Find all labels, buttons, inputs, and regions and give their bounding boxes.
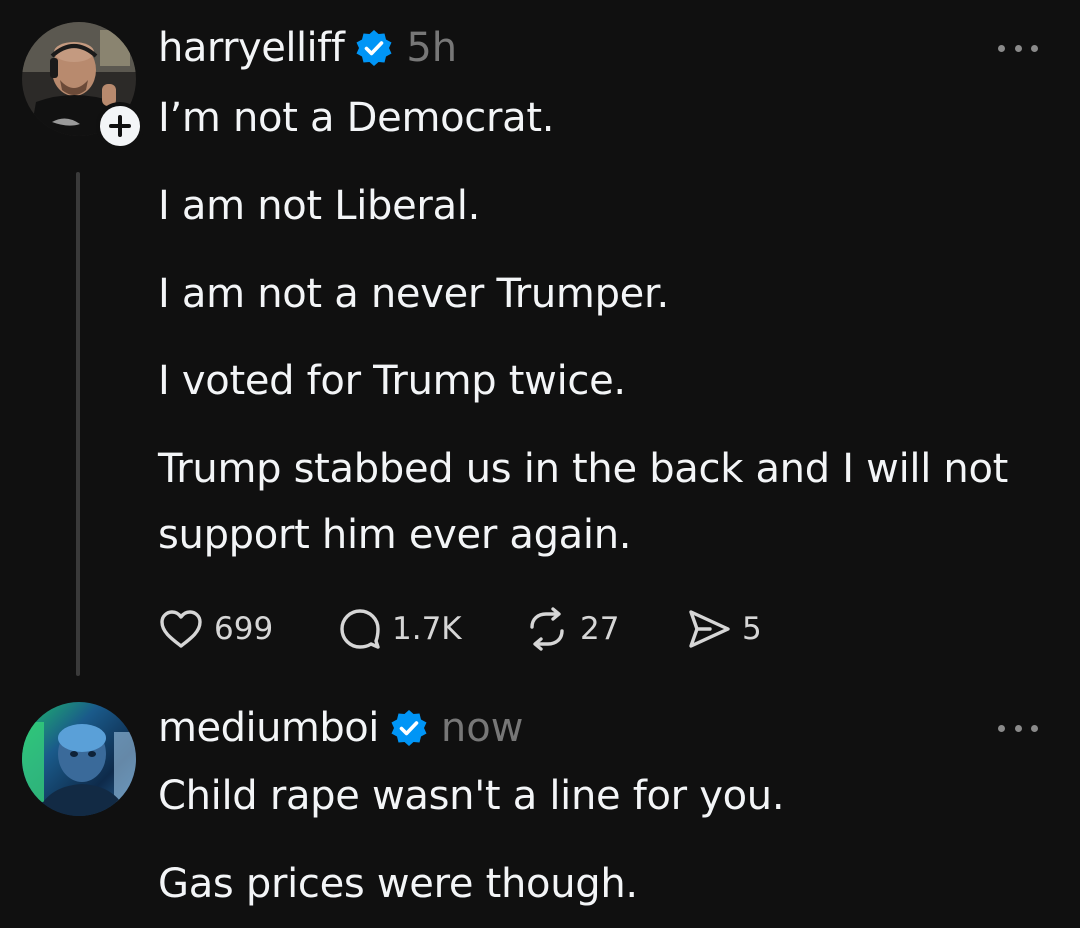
- post-actions: 699 1.7K 27 5: [158, 604, 806, 654]
- post-text-line: I am not Liberal.: [158, 183, 481, 229]
- repost-icon: [530, 607, 564, 651]
- avatar-photo: [22, 702, 136, 816]
- username[interactable]: harryelliff: [158, 25, 345, 71]
- repost-button[interactable]: 27: [524, 604, 686, 654]
- verified-badge-icon: [356, 30, 392, 66]
- avatar-mediumboi[interactable]: [22, 702, 136, 816]
- post-text-line: I am not a never Trumper.: [158, 271, 669, 317]
- follow-button[interactable]: [96, 102, 144, 150]
- like-button[interactable]: 699: [158, 604, 338, 654]
- more-options-icon[interactable]: [998, 718, 1038, 738]
- post-header: harryelliff 5h: [158, 20, 457, 76]
- reply-count: 1.7K: [392, 611, 462, 647]
- post-text-line: Child rape wasn't a line for you.: [158, 773, 785, 819]
- post-text-line: Trump stabbed us in the back and I will …: [158, 446, 1009, 492]
- post-text-line: Gas prices were though.: [158, 861, 638, 907]
- post-harryelliff: harryelliff 5h I’m not a Democrat. I am …: [0, 0, 1080, 690]
- username[interactable]: mediumboi: [158, 705, 379, 751]
- post-header: mediumboi now: [158, 700, 523, 756]
- post-text-line: support him ever again.: [158, 512, 632, 558]
- plus-icon: [109, 115, 131, 137]
- send-icon: [689, 610, 730, 648]
- post-text-line: I voted for Trump twice.: [158, 358, 626, 404]
- heart-icon: [160, 610, 202, 648]
- share-button[interactable]: 5: [686, 604, 806, 654]
- reply-button[interactable]: 1.7K: [338, 604, 524, 654]
- like-count: 699: [214, 611, 274, 647]
- post-text-line: I’m not a Democrat.: [158, 95, 555, 141]
- thread-line: [76, 172, 80, 676]
- share-count: 5: [742, 611, 762, 647]
- post-mediumboi: mediumboi now Child rape wasn't a line f…: [0, 690, 1080, 928]
- more-options-icon[interactable]: [998, 38, 1038, 58]
- post-time: now: [440, 705, 524, 751]
- repost-count: 27: [580, 611, 620, 647]
- comment-icon: [340, 609, 380, 649]
- verified-badge-icon: [391, 710, 427, 746]
- post-time: 5h: [406, 25, 458, 71]
